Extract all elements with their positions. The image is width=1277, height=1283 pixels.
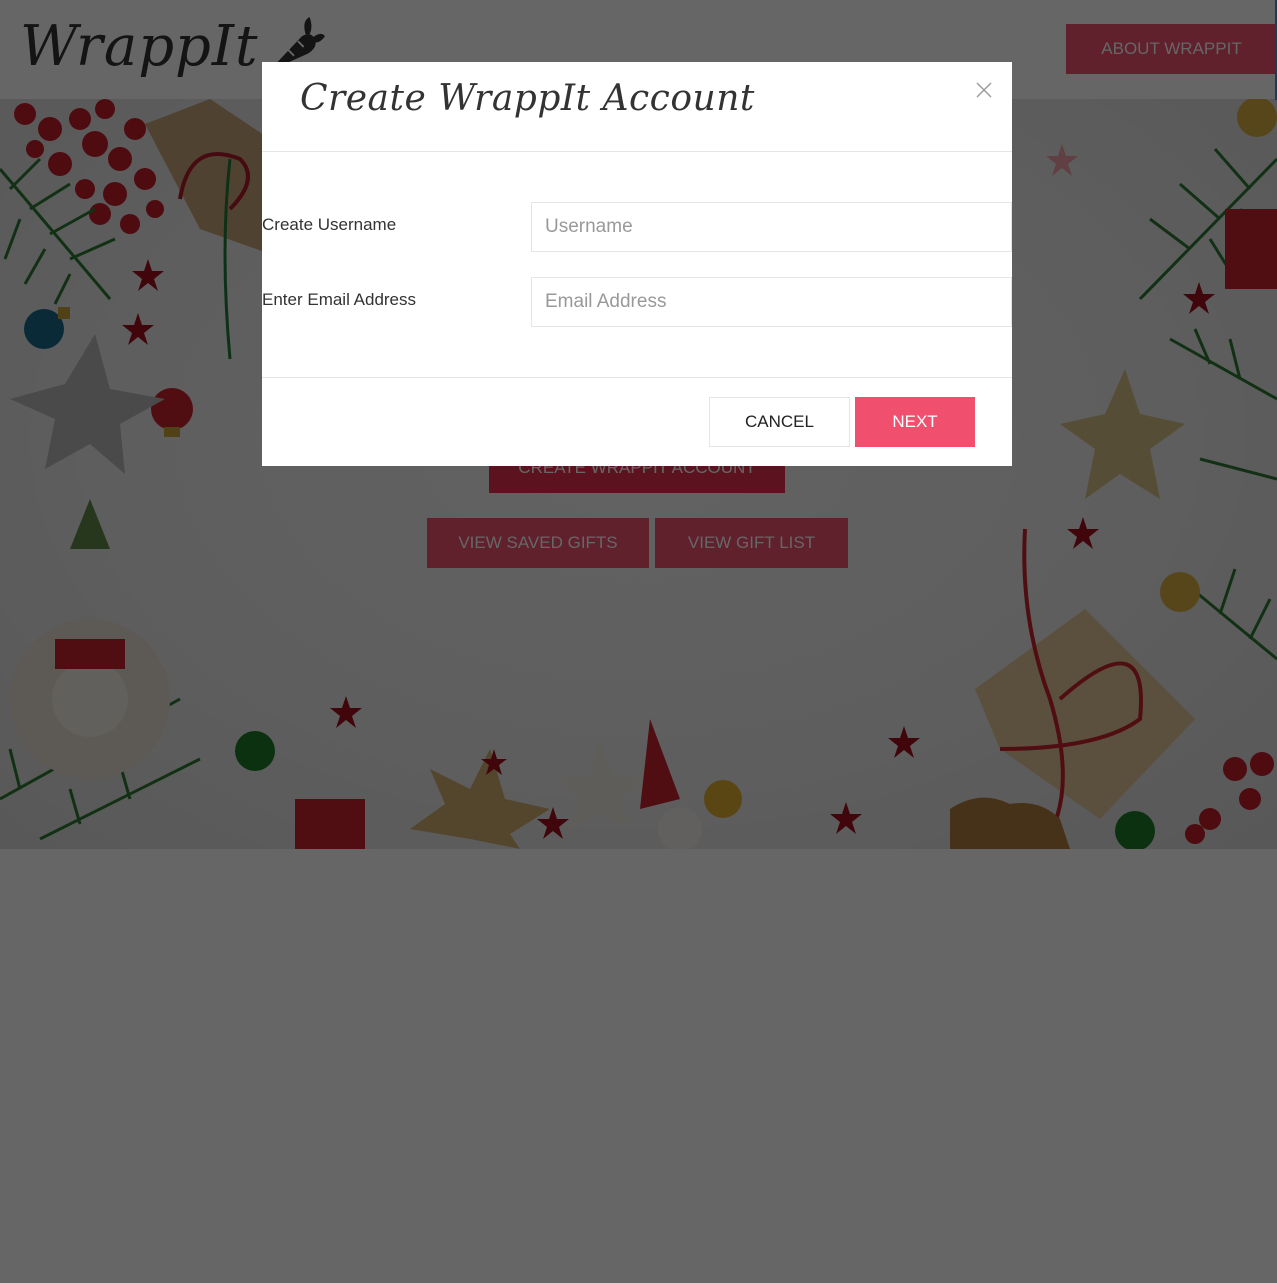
modal-body: Create Username Enter Email Address — [262, 153, 1012, 378]
create-account-modal: Create WrappIt Account Create Username E… — [262, 62, 1012, 466]
email-input[interactable] — [531, 277, 1012, 327]
modal-footer: CANCEL NEXT — [262, 377, 1012, 466]
next-button[interactable]: NEXT — [855, 397, 975, 447]
cancel-button[interactable]: CANCEL — [709, 397, 850, 447]
username-input[interactable] — [531, 202, 1012, 252]
modal-header: Create WrappIt Account — [262, 62, 1012, 152]
username-label: Create Username — [262, 215, 397, 234]
modal-title: Create WrappIt Account — [300, 78, 755, 119]
close-button[interactable] — [972, 78, 996, 102]
close-icon — [976, 82, 992, 98]
email-row: Enter Email Address — [262, 277, 1012, 327]
username-row: Create Username — [262, 202, 1012, 252]
email-label: Enter Email Address — [262, 290, 417, 309]
